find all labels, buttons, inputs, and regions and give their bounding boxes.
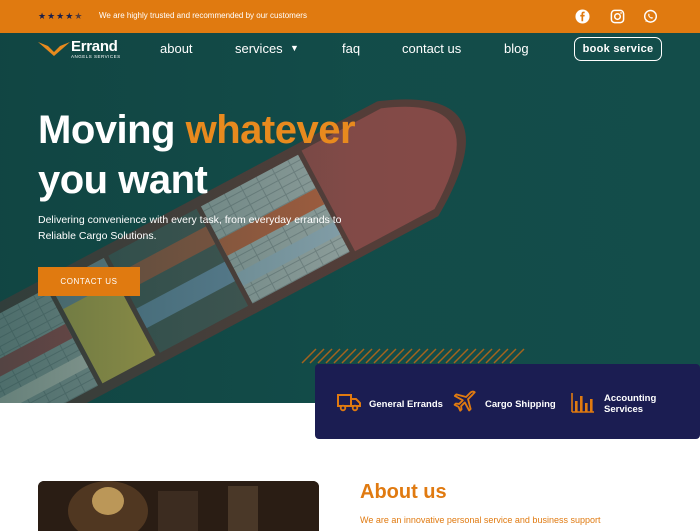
star-icon: ★ (65, 11, 74, 21)
services-card: General Errands Cargo Shipping Accountin… (315, 364, 700, 439)
brand-name[interactable]: Errand (71, 38, 118, 55)
logo-wings-icon (38, 42, 70, 56)
hero-headline: Moving whatever you want (38, 105, 356, 205)
service-accounting[interactable]: Accounting Services (604, 393, 664, 415)
hero-subtext: Delivering convenience with every task, … (38, 214, 342, 242)
truck-icon (337, 394, 361, 412)
trust-text: We are highly trusted and recommended by… (99, 11, 307, 20)
top-bar: ★ ★ ★ ★ ★ We are highly trusted and reco… (0, 0, 700, 33)
nav-contact[interactable]: contact us (402, 41, 461, 56)
service-general-errands[interactable]: General Errands (369, 399, 443, 410)
book-service-button[interactable]: book service (574, 37, 662, 61)
headline-part: Moving (38, 108, 186, 152)
nav-faq[interactable]: faq (342, 41, 360, 56)
bar-chart-icon (571, 393, 594, 413)
star-icon: ★ (56, 11, 65, 21)
headline-accent: whatever (185, 108, 356, 152)
airplane-icon (453, 390, 476, 412)
about-photo (38, 481, 319, 531)
rating-stars: ★ ★ ★ ★ ★ (38, 11, 82, 21)
nav-blog[interactable]: blog (504, 41, 529, 56)
half-star-icon: ★ (74, 11, 83, 21)
service-cargo-shipping[interactable]: Cargo Shipping (485, 399, 556, 410)
star-icon: ★ (47, 11, 56, 21)
about-text: We are an innovative personal service an… (360, 515, 601, 525)
instagram-icon[interactable] (610, 9, 625, 24)
nav-services[interactable]: services (235, 41, 283, 56)
about-image (38, 481, 319, 531)
chevron-down-icon[interactable]: ▼ (290, 43, 299, 53)
headline-part: you want (38, 158, 208, 202)
brand-tagline: ANGELS SERVICES (71, 54, 121, 59)
facebook-icon[interactable] (575, 9, 590, 24)
whatsapp-icon[interactable] (643, 9, 658, 24)
contact-us-button[interactable]: CONTACT US (38, 267, 140, 296)
about-title: About us (360, 481, 447, 503)
star-icon: ★ (38, 11, 47, 21)
nav-about[interactable]: about (160, 41, 193, 56)
